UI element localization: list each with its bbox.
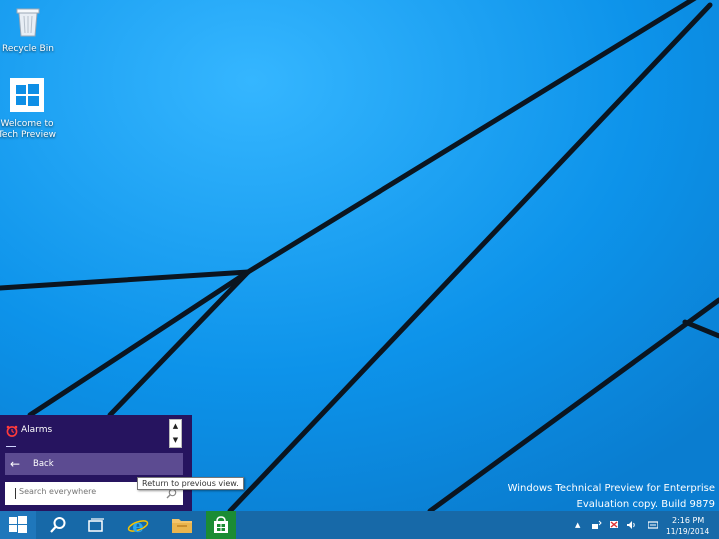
folder-icon [172,519,192,533]
task-view-button[interactable] [78,511,114,539]
start-menu: Alarms ▲ ▼ ← Back [0,415,192,511]
app-list-scroller[interactable]: ▲ ▼ [169,419,182,448]
taskbar: e ▲ 2:16 PM 11/19/2014 [0,511,719,539]
network-icon[interactable] [592,520,602,530]
recycle-bin-label: Recycle Bin [2,44,54,54]
internet-explorer-button[interactable]: e [118,511,154,539]
scroll-up-icon[interactable]: ▲ [170,420,181,433]
back-button[interactable]: ← Back [5,453,183,475]
store-bag-icon [214,516,228,533]
back-label: Back [33,459,54,469]
clock-date[interactable]: 11/19/2014 [666,527,709,536]
back-arrow-icon: ← [10,457,21,471]
welcome-label-line2: Tech Preview [0,130,57,140]
notifications-icon[interactable] [648,520,658,530]
svg-text:e: e [132,516,143,536]
scroll-down-icon[interactable]: ▼ [170,434,181,447]
alarms-label: Alarms [21,425,53,435]
app-list-divider [6,446,16,447]
app-list-item-alarms[interactable]: Alarms [0,415,192,447]
clock-time[interactable]: 2:16 PM [672,516,704,525]
volume-icon[interactable] [626,520,636,530]
build-watermark: Windows Technical Preview for Enterprise… [508,481,715,513]
recycle-bin-shortcut[interactable]: Recycle Bin [0,5,58,55]
recycle-bin-icon [0,5,58,41]
windows-logo-icon [0,78,57,116]
alarm-clock-icon [6,425,18,437]
show-hidden-icons-chevron-icon[interactable]: ▲ [575,521,585,531]
internet-explorer-icon: e [127,516,149,536]
text-caret [15,488,16,499]
windows-start-icon [9,516,27,533]
back-tooltip: Return to previous view. [137,477,244,490]
welcome-label-line1: Welcome to [0,119,54,129]
action-center-flag-icon[interactable] [609,520,619,530]
task-view-icon [88,518,104,532]
start-button[interactable] [0,511,36,539]
file-explorer-button[interactable] [162,511,198,539]
search-icon [50,517,66,533]
store-button[interactable] [206,511,236,539]
search-button[interactable] [40,511,76,539]
watermark-line1: Windows Technical Preview for Enterprise [507,483,715,494]
welcome-tech-preview-shortcut[interactable]: Welcome to Tech Preview [0,78,57,141]
